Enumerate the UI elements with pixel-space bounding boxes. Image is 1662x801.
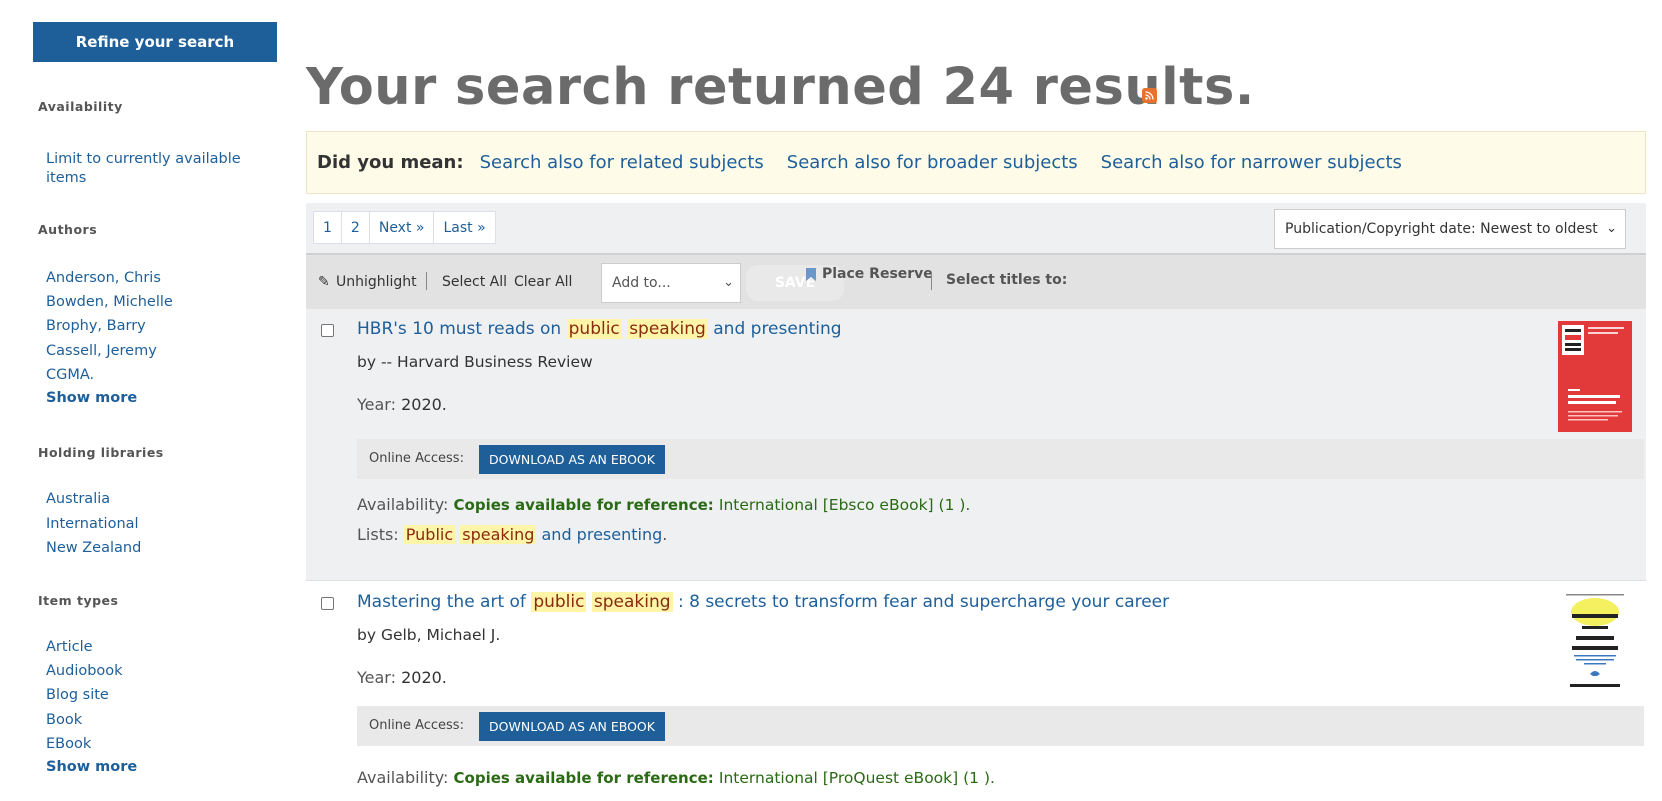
unhighlight-link[interactable]: Unhighlight <box>336 274 417 290</box>
result-author: by Gelb, Michael J. <box>357 626 501 644</box>
authors-show-more-link[interactable]: Show more <box>46 390 137 406</box>
search-broader-subjects-link[interactable]: Search also for broader subjects <box>787 152 1078 173</box>
facet-itemtype-item[interactable]: Audiobook <box>46 662 266 681</box>
did-you-mean-label: Did you mean: <box>317 152 464 173</box>
clear-all-link[interactable]: Clear All <box>514 274 572 290</box>
result-item: HBR's 10 must reads on public speaking a… <box>306 309 1646 581</box>
online-access-label: Online Access: <box>369 718 464 733</box>
year-value: 2020. <box>401 668 447 687</box>
page-title: Your search returned 24 results. <box>306 58 1255 117</box>
itemtypes-show-more-link[interactable]: Show more <box>46 759 137 775</box>
facet-author-item[interactable]: CGMA. <box>46 366 266 385</box>
title-text: HBR's 10 must reads on <box>357 319 567 339</box>
result-author: by -- Harvard Business Review <box>357 353 593 371</box>
list-link[interactable]: Public speaking and presenting <box>403 525 663 544</box>
availability-label: Availability: <box>357 768 449 787</box>
lists-label: Lists: <box>357 525 399 544</box>
title-text: : 8 secrets to transform fear and superc… <box>672 592 1170 612</box>
select-all-link[interactable]: Select All <box>442 274 507 290</box>
list-highlight: speaking <box>460 525 537 544</box>
page-1-link[interactable]: 1 <box>314 212 342 243</box>
book-cover-image[interactable] <box>1558 321 1632 432</box>
facet-author-item[interactable]: Cassell, Jeremy <box>46 342 266 361</box>
facet-itemtype-item[interactable]: Article <box>46 638 266 657</box>
search-narrower-subjects-link[interactable]: Search also for narrower subjects <box>1101 152 1402 173</box>
availability-status: Copies available for reference: <box>453 496 714 514</box>
facet-heading-authors: Authors <box>38 222 98 237</box>
results-toolbar: ✎ Unhighlight Select All Clear All Add t… <box>306 253 1646 309</box>
rss-icon[interactable] <box>1142 88 1157 103</box>
add-to-value: Add to... <box>612 275 671 291</box>
result-item: Mastering the art of public speaking : 8… <box>306 582 1646 801</box>
download-ebook-button[interactable]: DOWNLOAD AS AN EBOOK <box>479 712 665 741</box>
year-label: Year: <box>357 668 396 687</box>
result-title-link[interactable]: HBR's 10 must reads on public speaking a… <box>357 319 842 339</box>
title-text: and presenting <box>707 319 842 339</box>
search-related-subjects-link[interactable]: Search also for related subjects <box>480 152 764 173</box>
result-checkbox[interactable] <box>321 324 334 337</box>
online-access-box: Online Access: DOWNLOAD AS AN EBOOK <box>357 439 1644 479</box>
facet-itemtype-item[interactable]: Blog site <box>46 686 266 705</box>
result-title-link[interactable]: Mastering the art of public speaking : 8… <box>357 592 1169 612</box>
availability-detail[interactable]: International [ProQuest eBook] (1 ). <box>719 769 995 787</box>
facet-heading-item-types: Item types <box>38 593 119 608</box>
pencil-icon: ✎ <box>318 274 330 290</box>
facet-itemtype-item[interactable]: Book <box>46 711 266 730</box>
did-you-mean-bar: Did you mean: Search also for related su… <box>306 131 1646 194</box>
page-2-link[interactable]: 2 <box>342 212 370 243</box>
last-page-link[interactable]: Last » <box>434 212 494 243</box>
year-label: Year: <box>357 395 396 414</box>
online-access-box: Online Access: DOWNLOAD AS AN EBOOK <box>357 706 1644 746</box>
title-text: Mastering the art of <box>357 592 532 612</box>
title-highlight: public <box>531 592 587 612</box>
facet-limit-available[interactable]: Limit to currently available items <box>46 150 266 188</box>
availability-detail[interactable]: International [Ebsco eBook] (1 ). <box>719 496 970 514</box>
download-ebook-button[interactable]: DOWNLOAD AS AN EBOOK <box>479 445 665 474</box>
sort-selected-value: Publication/Copyright date: Newest to ol… <box>1285 221 1598 237</box>
facet-author-item[interactable]: Brophy, Barry <box>46 317 266 336</box>
place-reserve-link[interactable]: Place Reserve <box>822 266 933 282</box>
bookmark-icon <box>806 268 816 285</box>
facet-library-item[interactable]: New Zealand <box>46 539 266 558</box>
availability-label: Availability: <box>357 495 449 514</box>
list-end: . <box>662 525 668 544</box>
facet-library-item[interactable]: Australia <box>46 490 266 509</box>
facet-author-item[interactable]: Anderson, Chris <box>46 269 266 288</box>
result-checkbox[interactable] <box>321 597 334 610</box>
sidebar: Refine your search Availability Limit to… <box>0 0 290 801</box>
list-highlight: Public <box>403 525 456 544</box>
title-highlight: public <box>566 319 622 339</box>
main-content: Your search returned 24 results. Did you… <box>306 0 1646 801</box>
facet-heading-holding-libraries: Holding libraries <box>38 445 164 460</box>
add-to-select[interactable]: Add to... ⌄ <box>601 263 741 303</box>
facet-author-item[interactable]: Bowden, Michelle <box>46 293 266 312</box>
result-year: Year: 2020. <box>357 395 447 414</box>
refine-search-button[interactable]: Refine your search <box>33 22 277 62</box>
result-year: Year: 2020. <box>357 668 447 687</box>
pagination-bar: 1 2 Next » Last » Publication/Copyright … <box>306 203 1646 253</box>
availability-line: Availability: Copies available for refer… <box>357 495 970 514</box>
year-value: 2020. <box>401 395 447 414</box>
chevron-down-icon: ⌄ <box>1606 221 1617 236</box>
title-highlight: speaking <box>627 319 708 339</box>
book-cover-image[interactable] <box>1564 592 1626 698</box>
chevron-down-icon: ⌄ <box>723 275 734 290</box>
facet-itemtype-item[interactable]: EBook <box>46 735 266 754</box>
next-page-link[interactable]: Next » <box>370 212 435 243</box>
online-access-label: Online Access: <box>369 451 464 466</box>
availability-line: Availability: Copies available for refer… <box>357 768 995 787</box>
toolbar-divider <box>426 272 427 290</box>
select-titles-label: Select titles to: <box>946 272 1068 288</box>
title-highlight: speaking <box>591 592 673 612</box>
facet-heading-availability: Availability <box>38 99 123 114</box>
availability-status: Copies available for reference: <box>453 769 714 787</box>
list-text: and presenting <box>536 525 663 544</box>
facet-library-item[interactable]: International <box>46 515 266 534</box>
toolbar-divider <box>931 272 932 290</box>
pagination: 1 2 Next » Last » <box>313 211 496 244</box>
lists-line: Lists: Public speaking and presenting. <box>357 525 667 544</box>
sort-select[interactable]: Publication/Copyright date: Newest to ol… <box>1274 209 1626 249</box>
